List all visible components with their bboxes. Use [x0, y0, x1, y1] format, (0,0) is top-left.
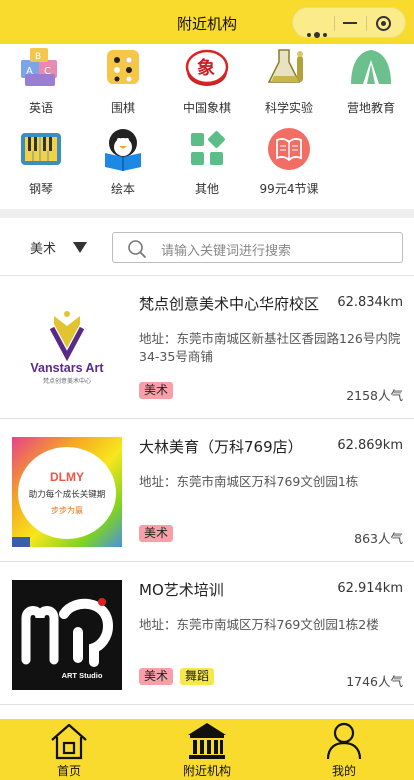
- category-label: 绘本: [110, 182, 135, 196]
- abc-blocks-icon: A C B: [21, 48, 57, 86]
- category-picture-book[interactable]: 绘本: [82, 127, 164, 197]
- category-label: 钢琴: [28, 182, 53, 196]
- popularity-count: 1746人气: [346, 674, 403, 689]
- institution-name: 大林美育（万科769店）: [139, 438, 303, 456]
- minimize-icon[interactable]: [343, 22, 357, 24]
- category-camp[interactable]: 营地教育: [330, 46, 412, 116]
- svg-text:B: B: [35, 52, 41, 62]
- institution-distance: 62.914km: [337, 581, 403, 596]
- category-label: 围棋: [110, 101, 135, 115]
- app-header: 附近机构: [0, 0, 414, 44]
- category-label: 英语: [28, 101, 53, 115]
- category-chinese-chess[interactable]: 象 中国象棋: [166, 46, 248, 116]
- tag-art: 美术: [139, 525, 174, 542]
- tag-list: 美术 舞蹈: [139, 665, 221, 685]
- go-board-icon: [107, 50, 139, 84]
- category-promo[interactable]: 99元4节课: [248, 127, 330, 197]
- logo-sub-text: 梵点创意美术中心: [43, 377, 91, 385]
- category-other[interactable]: 其他: [166, 127, 248, 197]
- institution-address: 地址：东莞市南城区万科769文创园1栋: [139, 474, 359, 489]
- institution-address: 地址：东莞市南城区新基社区香园路126号内院34-35号商铺: [139, 331, 401, 364]
- home-icon: [51, 723, 87, 760]
- close-target-icon[interactable]: [376, 16, 391, 31]
- logo-brand-text: Vanstars Art: [30, 361, 104, 375]
- tag-list: 美术: [139, 522, 180, 542]
- camp-tent-icon: [351, 50, 391, 84]
- svg-text:象: 象: [197, 57, 215, 79]
- tag-dance: 舞蹈: [180, 668, 215, 685]
- popularity-count: 863人气: [354, 531, 403, 546]
- category-english[interactable]: A C B 英语: [0, 46, 82, 116]
- grid-other-icon: [191, 131, 225, 165]
- tag-list: 美术: [139, 379, 180, 399]
- logo-brand-text: ART Studio: [62, 671, 103, 680]
- tab-label: 附近机构: [182, 764, 231, 778]
- institution-item[interactable]: Vanstars Art 梵点创意美术中心 梵点创意美术中心华府校区 62.83…: [0, 276, 414, 419]
- institution-address: 地址：东莞市南城区万科769文创园1栋2楼: [139, 617, 379, 632]
- logo-slogan-text: 助力每个成长关键期: [29, 489, 106, 500]
- lab-flask-icon: [267, 49, 303, 83]
- category-label: 其他: [194, 182, 219, 196]
- profile-icon: [326, 722, 362, 760]
- institution-distance: 62.869km: [337, 438, 403, 453]
- tab-home[interactable]: 首页: [9, 719, 129, 780]
- category-go[interactable]: 围棋: [82, 46, 164, 116]
- search-icon: [128, 240, 147, 259]
- logo-mark: DLMY: [50, 470, 84, 484]
- chinese-chess-icon: 象: [185, 49, 229, 86]
- tag-art: 美术: [139, 382, 174, 399]
- svg-text:C: C: [44, 66, 51, 77]
- category-piano[interactable]: 钢琴: [0, 127, 82, 197]
- tab-label: 首页: [56, 764, 81, 778]
- institution-name: 梵点创意美术中心华府校区: [139, 295, 320, 313]
- picture-book-icon: [105, 129, 141, 171]
- filter-bar: 美术 请输入关键词进行搜索: [0, 218, 414, 276]
- piano-icon: [21, 133, 61, 165]
- miniprogram-capsule: [292, 7, 406, 38]
- tab-nearby[interactable]: 附近机构: [147, 719, 267, 780]
- institution-logo: ART Studio: [12, 580, 122, 690]
- triangle-down-icon[interactable]: [73, 242, 87, 253]
- logo-slogan-text: 步步为赢: [51, 505, 83, 515]
- search-placeholder: 请输入关键词进行搜索: [161, 244, 292, 259]
- category-label: 科学实验: [264, 101, 313, 115]
- more-icon[interactable]: [307, 22, 330, 41]
- institution-item[interactable]: DLMY 助力每个成长关键期 步步为赢 大林美育（万科769店） 62.869k…: [0, 419, 414, 562]
- search-input[interactable]: 请输入关键词进行搜索: [112, 232, 403, 263]
- popularity-count: 2158人气: [346, 388, 403, 403]
- category-grid: A C B 英语 围棋 象 中国象棋 科学实验 营地教育 钢琴 绘本 其他 99…: [0, 44, 414, 209]
- tab-profile[interactable]: 我的: [284, 719, 404, 780]
- category-label: 99元4节课: [259, 182, 319, 196]
- institution-distance: 62.834km: [337, 295, 403, 310]
- institution-icon: [188, 723, 226, 759]
- tag-art: 美术: [139, 668, 174, 685]
- section-divider: [0, 209, 414, 218]
- category-label: 中国象棋: [182, 101, 231, 115]
- institution-logo: Vanstars Art 梵点创意美术中心: [12, 294, 122, 404]
- institution-item[interactable]: ART Studio MO艺术培训 62.914km 地址：东莞市南城区万科76…: [0, 562, 414, 705]
- bottom-tab-bar: 首页 附近机构 我的: [0, 719, 414, 780]
- category-filter-dropdown[interactable]: 美术: [30, 238, 56, 257]
- category-label: 营地教育: [346, 101, 395, 115]
- category-science[interactable]: 科学实验: [248, 46, 330, 116]
- institution-name: MO艺术培训: [139, 581, 224, 599]
- book-promo-icon: [268, 128, 310, 170]
- svg-text:A: A: [26, 66, 33, 77]
- tab-label: 我的: [331, 764, 356, 778]
- institution-logo: DLMY 助力每个成长关键期 步步为赢: [12, 437, 122, 547]
